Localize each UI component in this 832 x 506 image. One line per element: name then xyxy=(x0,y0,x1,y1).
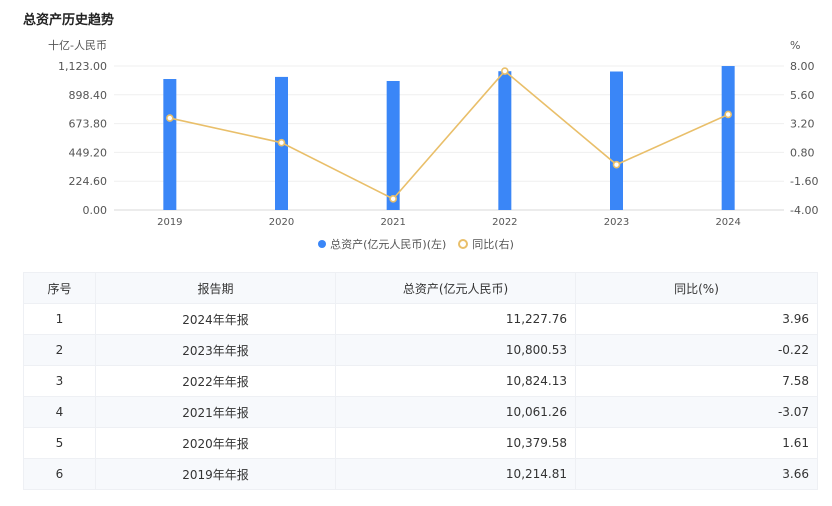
cell-index: 4 xyxy=(23,396,96,428)
left-tick-label: 224.60 xyxy=(69,175,108,188)
right-tick-label: -1.60 xyxy=(790,175,818,188)
col-header-index: 序号 xyxy=(23,272,96,304)
left-tick-label: 1,123.00 xyxy=(58,60,107,73)
cell-total-assets: 10,379.58 xyxy=(335,427,576,459)
cell-yoy: 1.61 xyxy=(575,427,818,459)
table-row: 5 2020年年报 10,379.58 1.61 xyxy=(23,427,818,459)
yoy-point xyxy=(501,67,509,75)
legend-label-yoy: 同比(右) xyxy=(472,238,514,251)
yoy-point xyxy=(277,138,286,147)
col-header-total-assets: 总资产(亿元人民币) xyxy=(335,272,576,304)
x-tick-label: 2021 xyxy=(380,217,405,228)
cell-period: 2021年年报 xyxy=(95,396,336,428)
yoy-line xyxy=(169,69,729,200)
cell-period: 2020年年报 xyxy=(95,427,336,459)
table-row: 1 2024年年报 11,227.76 3.96 xyxy=(23,303,818,335)
table-row: 6 2019年年报 10,214.81 3.66 xyxy=(23,458,818,490)
cell-index: 6 xyxy=(23,458,96,490)
yoy-point xyxy=(166,114,174,122)
cell-index: 2 xyxy=(23,334,96,366)
legend-dot-yoy xyxy=(458,239,469,249)
table-header-row: 序号 报告期 总资产(亿元人民币) 同比(%) xyxy=(23,272,818,304)
bar-total-assets xyxy=(163,79,177,210)
right-axis-unit: % xyxy=(790,39,800,52)
cell-period: 2022年年报 xyxy=(95,365,336,397)
cell-period: 2023年年报 xyxy=(95,334,336,366)
legend-dot-assets xyxy=(318,240,327,248)
cell-total-assets: 10,061.26 xyxy=(335,396,576,428)
table-row: 4 2021年年报 10,061.26 -3.07 xyxy=(23,396,818,428)
cell-yoy: -3.07 xyxy=(575,396,818,428)
left-tick-label: 0.00 xyxy=(83,204,108,217)
yoy-point xyxy=(724,110,732,119)
right-tick-label: 0.80 xyxy=(790,146,815,159)
left-axis-unit: 十亿-人民币 xyxy=(48,38,107,52)
col-header-period: 报告期 xyxy=(95,272,336,304)
legend-item-assets[interactable]: 总资产(亿元人民币)(左) xyxy=(318,236,446,252)
x-tick-label: 2023 xyxy=(604,217,629,228)
cell-yoy: -0.22 xyxy=(575,334,818,366)
x-tick-label: 2022 xyxy=(492,217,517,228)
legend-item-yoy[interactable]: 同比(右) xyxy=(458,236,514,252)
x-tick-label: 2020 xyxy=(269,217,294,228)
left-tick-label: 673.80 xyxy=(69,118,108,131)
cell-index: 3 xyxy=(23,365,96,397)
bar-total-assets xyxy=(386,80,400,210)
cell-period: 2024年年报 xyxy=(95,303,336,335)
cell-total-assets: 10,800.53 xyxy=(335,334,576,366)
legend-label-assets: 总资产(亿元人民币)(左) xyxy=(330,238,447,251)
cell-total-assets: 10,824.13 xyxy=(335,365,576,397)
right-tick-label: -4.00 xyxy=(790,204,818,217)
cell-yoy: 7.58 xyxy=(575,365,818,397)
left-tick-label: 898.40 xyxy=(69,89,108,102)
chart-legend: 总资产(亿元人民币)(左) 同比(右) xyxy=(0,236,832,252)
cell-yoy: 3.66 xyxy=(575,458,818,490)
x-tick-label: 2024 xyxy=(715,217,740,228)
table-row: 3 2022年年报 10,824.13 7.58 xyxy=(23,365,818,397)
bar-total-assets xyxy=(721,66,735,211)
cell-total-assets: 11,227.76 xyxy=(335,303,576,335)
col-header-yoy: 同比(%) xyxy=(575,272,818,304)
cell-index: 5 xyxy=(23,427,96,459)
left-tick-label: 449.20 xyxy=(69,146,108,159)
right-tick-label: 8.00 xyxy=(790,60,815,73)
cell-yoy: 3.96 xyxy=(575,303,818,335)
cell-total-assets: 10,214.81 xyxy=(335,458,576,490)
x-tick-label: 2019 xyxy=(157,217,182,228)
right-tick-label: 5.60 xyxy=(790,89,815,102)
table-row: 2 2023年年报 10,800.53 -0.22 xyxy=(23,334,818,366)
asset-history-table: 序号 报告期 总资产(亿元人民币) 同比(%) 1 2024年年报 11,227… xyxy=(23,272,818,490)
bar-total-assets xyxy=(610,71,623,210)
cell-period: 2019年年报 xyxy=(95,458,336,490)
asset-trend-chart: 十亿-人民币 % 0.00 224.60 449.20 673.80 898.40 1,1… xyxy=(48,38,818,228)
yoy-point xyxy=(612,160,621,169)
yoy-point xyxy=(389,195,397,203)
bar-total-assets xyxy=(498,71,512,210)
cell-index: 1 xyxy=(23,303,96,335)
right-tick-label: 3.20 xyxy=(790,118,815,131)
